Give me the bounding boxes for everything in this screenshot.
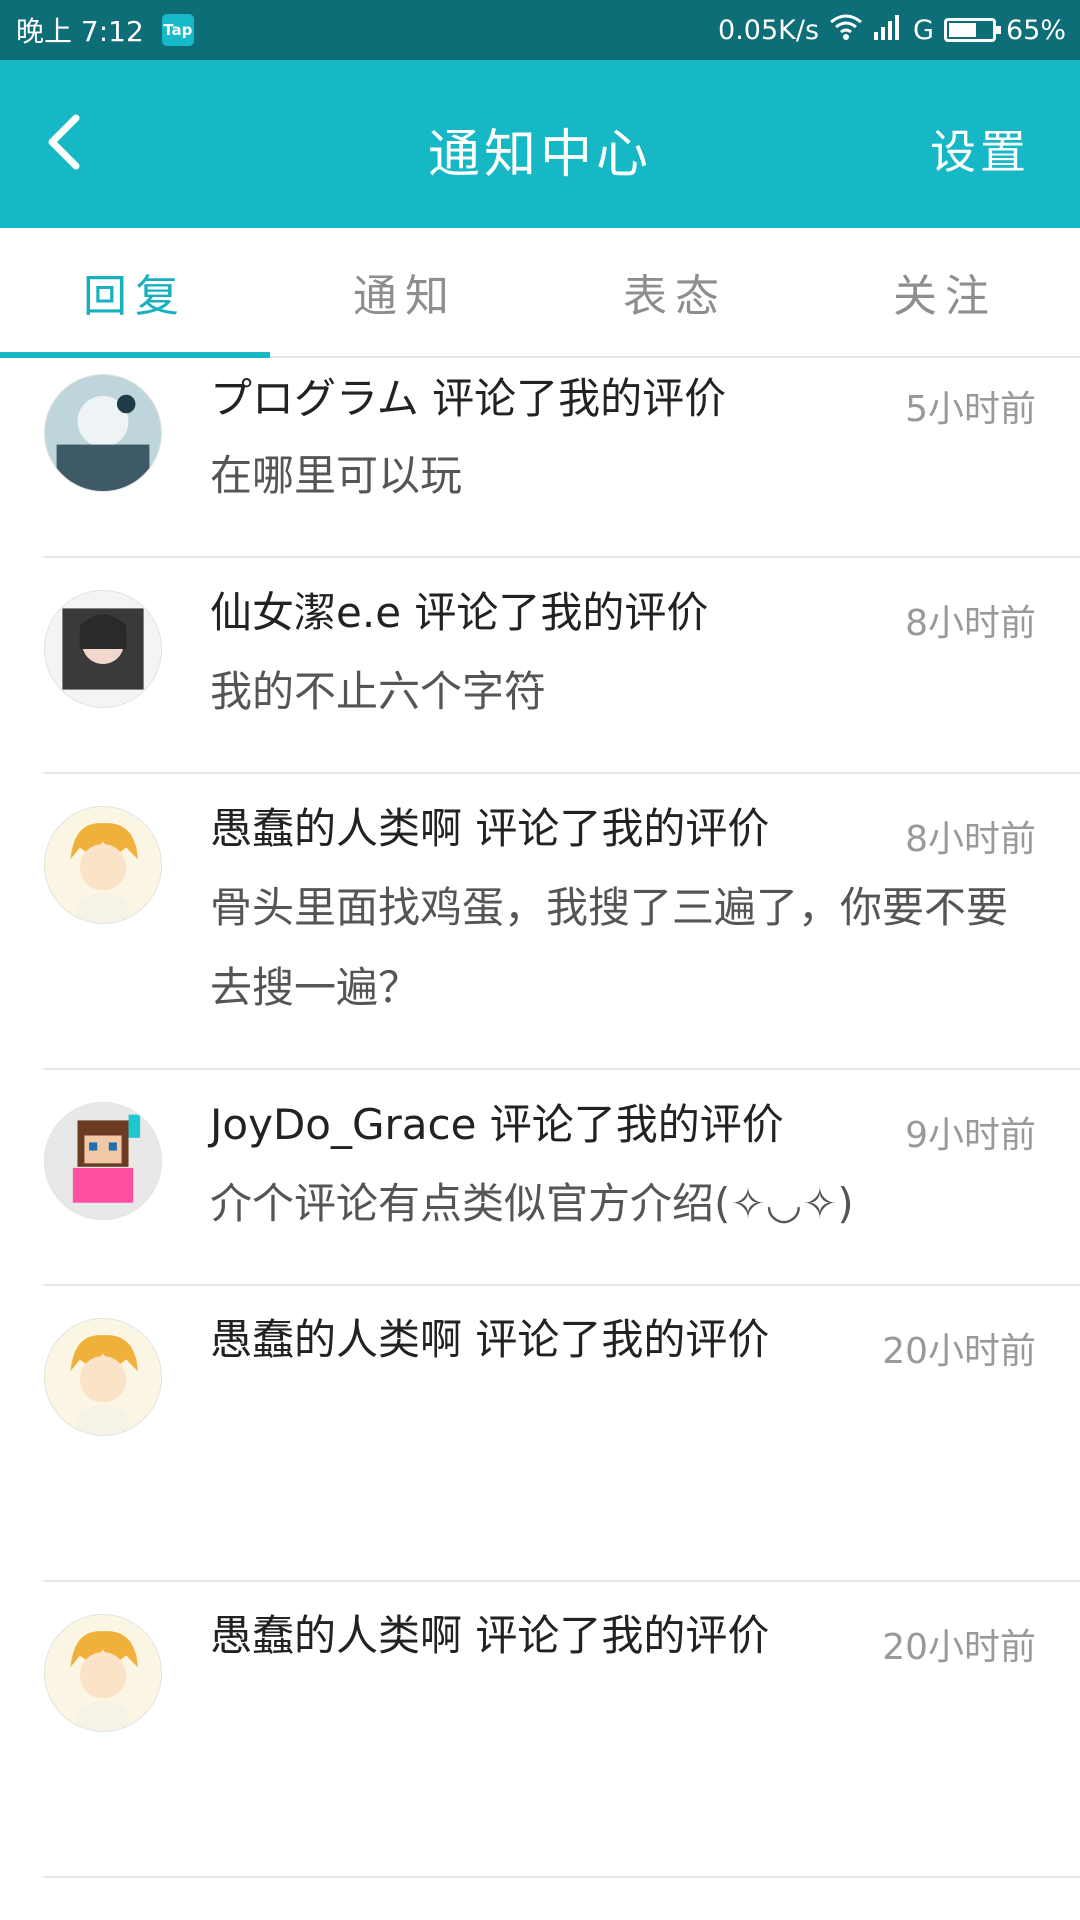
list-item[interactable]: 仙女潔e.e 评论了我的评价 8小时前 我的不止六个字符 [44, 558, 1080, 774]
reply-time: 8小时前 [905, 603, 1036, 644]
avatar[interactable] [44, 590, 162, 708]
battery-percent: 65% [1005, 14, 1066, 46]
reply-title: プログラム 评论了我的评价 [210, 374, 727, 423]
list-item[interactable]: プログラム 评论了我的评价 5小时前 在哪里可以玩 [44, 358, 1080, 558]
tab-notifications[interactable]: 通知 [270, 228, 540, 356]
reply-time: 20小时前 [882, 1331, 1036, 1372]
wifi-icon [829, 13, 863, 48]
tap-app-icon: Tap [161, 14, 194, 46]
avatar[interactable] [44, 374, 162, 492]
settings-button[interactable]: 设置 [930, 116, 1030, 182]
reply-time: 9小时前 [905, 1115, 1036, 1156]
tab-replies[interactable]: 回复 [0, 228, 270, 358]
reply-time: 5小时前 [905, 389, 1036, 430]
reply-time: 8小时前 [905, 819, 1036, 860]
status-time: 晚上 7:12 [16, 15, 144, 48]
tab-follows[interactable]: 关注 [810, 228, 1080, 356]
app-header: 通知中心 设置 [0, 60, 1080, 228]
tab-reactions[interactable]: 表态 [540, 228, 810, 356]
signal-icon [873, 14, 903, 47]
reply-title: 仙女潔e.e 评论了我的评价 [210, 588, 709, 637]
list-item[interactable]: 愚蠢的人类啊 评论了我的评价 20小时前 [44, 1286, 1080, 1582]
avatar[interactable] [44, 806, 162, 924]
list-item[interactable]: 愚蠢的人类啊 评论了我的评价 8小时前 骨头里面找鸡蛋，我搜了三遍了，你要不要去… [44, 774, 1080, 1070]
reply-body: 介个评论有点类似官方介绍(✧◡✧) [210, 1179, 854, 1228]
reply-title: 愚蠢的人类啊 评论了我的评价 [210, 804, 770, 853]
battery-icon [943, 18, 1001, 42]
status-bar: 晚上 7:12 Tap 0.05K/s G 65% [0, 0, 1080, 60]
reply-time: 20小时前 [882, 1627, 1036, 1668]
avatar[interactable] [44, 1318, 162, 1436]
list-item[interactable]: JoyDo_Grace 评论了我的评价 9小时前 介个评论有点类似官方介绍(✧◡… [44, 1070, 1080, 1286]
reply-title: 愚蠢的人类啊 评论了我的评价 [210, 1611, 770, 1660]
reply-title: JoyDo_Grace 评论了我的评价 [210, 1100, 784, 1149]
list-item[interactable]: 愚蠢的人类啊 评论了我的评价 20小时前 [44, 1582, 1080, 1878]
page-title: 通知中心 [427, 125, 652, 185]
reply-body: 我的不止六个字符 [210, 667, 547, 716]
network-type: G [913, 14, 934, 46]
reply-body: 骨头里面找鸡蛋，我搜了三遍了，你要不要去搜一遍？ [210, 883, 1009, 1012]
avatar[interactable] [44, 1102, 162, 1220]
reply-body: 在哪里可以玩 [210, 451, 463, 500]
tab-bar: 回复 通知 表态 关注 [0, 228, 1080, 358]
avatar[interactable] [44, 1614, 162, 1732]
reply-title: 愚蠢的人类啊 评论了我的评价 [210, 1315, 770, 1364]
net-speed: 0.05K/s [718, 14, 820, 46]
reply-list: プログラム 评论了我的评价 5小时前 在哪里可以玩 仙女潔e.e 评论了我的评价… [0, 358, 1080, 1878]
